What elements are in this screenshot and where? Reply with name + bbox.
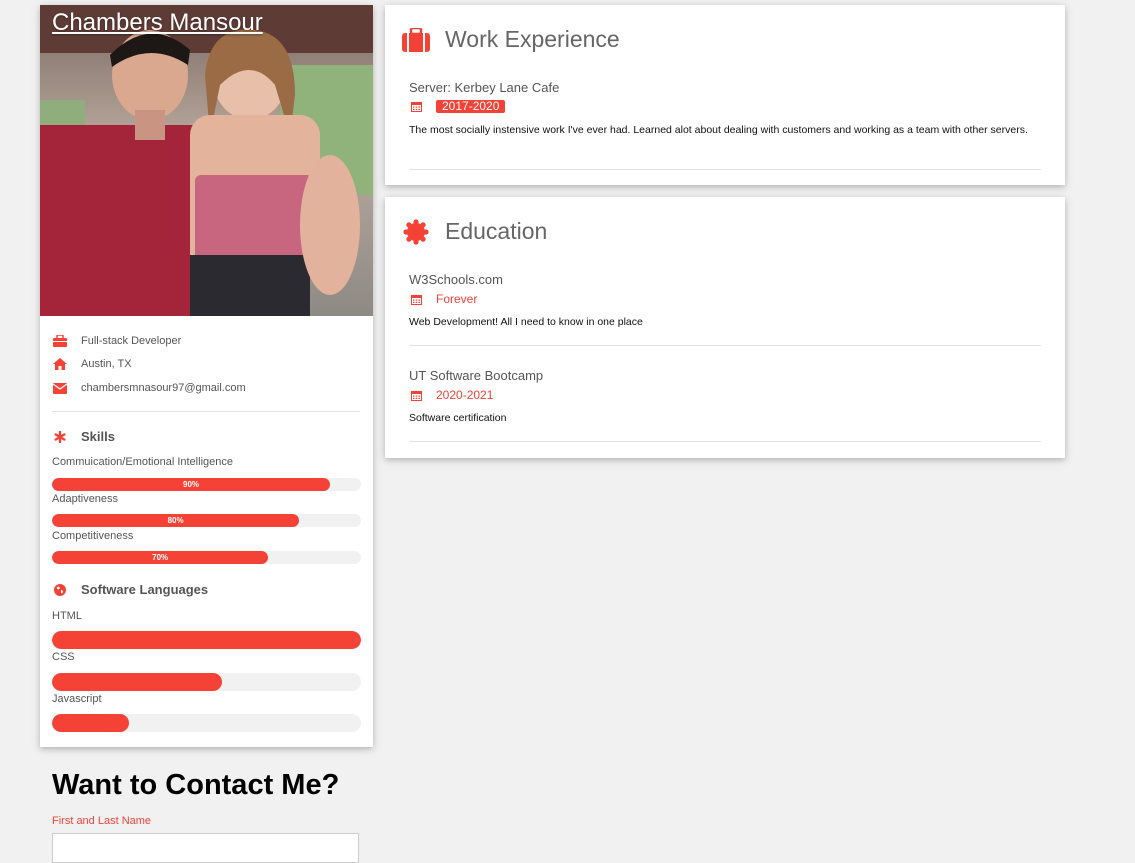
language-bar-fill [52,714,130,732]
language-label: CSS [52,651,75,663]
divider [52,411,360,412]
name-input[interactable] [52,833,359,863]
work-heading-text: Work Experience [445,26,620,52]
languages-heading-text: Software Languages [81,582,209,597]
work-entry-date-text: 2017-2020 [436,100,506,113]
calendar-icon [409,390,423,401]
language-bar-fill [52,631,361,649]
skill-bar-fill: 80% [52,514,300,527]
info-job: Full-stack Developer [52,331,181,351]
envelope-icon [52,381,68,395]
contact-heading: Want to Contact Me? [52,769,340,801]
work-heading: Work Experience [401,26,620,53]
education-entry-description: Web Development! All I need to know in o… [409,316,643,328]
divider [409,441,1041,442]
info-location: Austin, TX [52,354,132,374]
education-card: Education W3Schools.com Forever Web Deve… [385,197,1065,458]
skill-bar: 70% [52,551,361,564]
skill-bar-fill: 70% [52,551,269,564]
calendar-icon [409,101,423,112]
education-entry-date-text: Forever [436,292,478,306]
info-email: chambersmnasour97@gmail.com [52,378,246,398]
languages-heading: Software Languages [52,582,208,597]
profile-card: Chambers Mansour Full-stack Developer Au… [40,5,373,747]
language-bar [52,631,361,649]
skills-heading: Skills [52,429,115,444]
education-heading: Education [401,218,547,245]
briefcase-icon [52,334,68,348]
work-entry-title: Server: Kerbey Lane Cafe [409,80,560,95]
info-email-text: chambersmnasour97@gmail.com [81,382,246,394]
language-bar [52,714,361,732]
work-entry-date: 2017-2020 [409,100,506,113]
education-entry-date-text: 2020-2021 [436,388,494,402]
suitcase-icon [401,27,431,52]
home-icon [52,357,68,371]
skill-bar: 90% [52,478,361,491]
info-job-text: Full-stack Developer [81,335,182,347]
education-entry-description: Software certification [409,412,507,424]
skills-heading-text: Skills [81,429,115,444]
education-entry-date: Forever [409,292,477,306]
language-label: Javascript [52,693,102,705]
language-label: HTML [52,610,82,622]
skill-label: Adaptiveness [52,493,119,505]
education-entry-title: UT Software Bootcamp [409,368,544,383]
education-heading-text: Education [445,218,548,244]
work-entry-description: The most socially instensive work I've e… [409,124,1028,136]
skill-label: Competitiveness [52,530,134,542]
calendar-icon [409,294,423,305]
education-entry-date: 2020-2021 [409,388,493,402]
work-experience-card: Work Experience Server: Kerbey Lane Cafe… [385,5,1065,185]
info-location-text: Austin, TX [81,358,132,370]
globe-icon [52,583,68,596]
divider [409,169,1041,170]
profile-name: Chambers Mansour [52,9,263,36]
language-bar [52,673,361,691]
skill-bar-fill: 90% [52,478,331,491]
profile-photo: Chambers Mansour [40,5,373,316]
language-bar-fill [52,673,222,691]
skill-bar: 80% [52,514,361,527]
certificate-icon [401,218,431,245]
skill-label: Commuication/Emotional Intelligence [52,456,233,468]
asterisk-icon [52,430,68,443]
divider [409,345,1041,346]
education-entry-title: W3Schools.com [409,272,503,287]
name-field-label: First and Last Name [52,815,152,827]
